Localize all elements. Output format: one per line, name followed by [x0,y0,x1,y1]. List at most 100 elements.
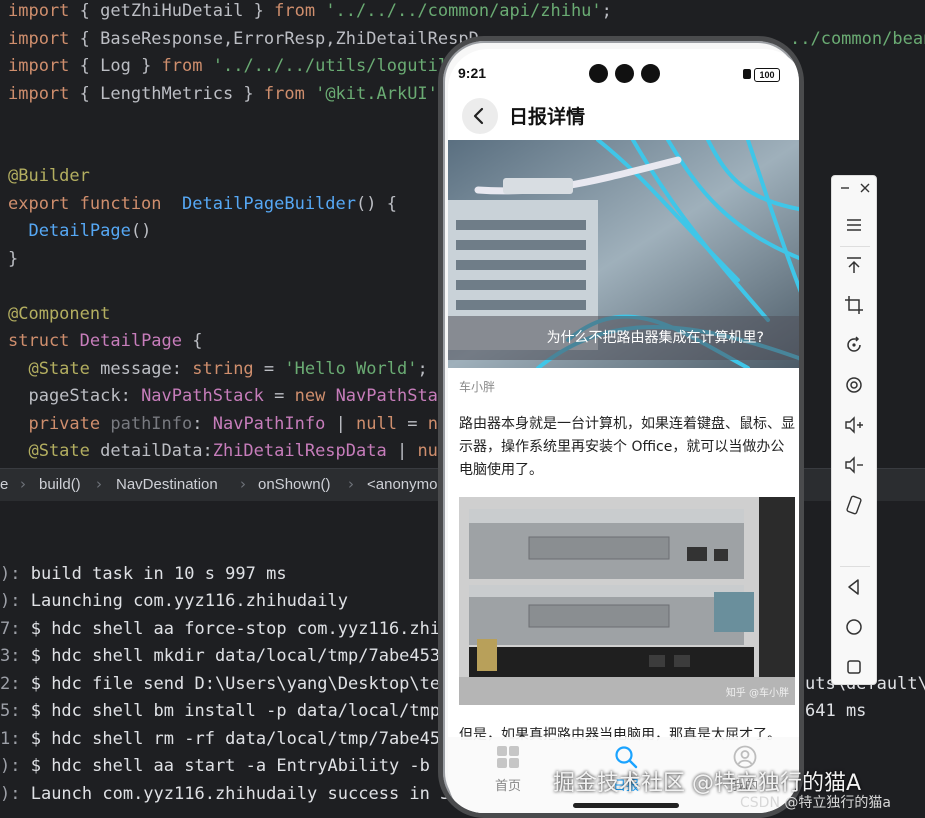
token: { [182,331,203,351]
token: import [8,56,70,76]
token: { getZhiHuDetail } [69,1,275,21]
token: () [130,221,152,241]
token: { LengthMetrics } [69,84,264,104]
token: import [8,84,70,104]
code-line-12: pageStack: NavPathStack = new NavPathSta… [8,383,448,409]
breadcrumb-item[interactable]: build() [39,476,81,493]
menu-button[interactable] [843,214,865,236]
token: pageStack: [8,386,142,406]
token: pathInfo [100,414,193,434]
pin-top-icon [847,257,861,273]
console-text: $ hdc shell mkdir data/local/tmp/7abe453… [20,646,451,666]
console-text: Launch com.yyz116.zhihudaily success in … [20,784,451,804]
console-text: $ hdc shell aa start -a EntryAbility -b … [20,756,461,776]
hero-image[interactable]: 为什么不把路由器集成在计算机里? [448,140,799,368]
toolbar-divider [840,566,870,567]
breadcrumb-item[interactable]: e [0,476,8,493]
token: = [253,359,285,379]
code-line-9: @Component [8,304,111,324]
code-line-13: private pathInfo: NavPathInfo | null = n… [8,411,448,437]
close-button[interactable] [857,180,879,202]
token: DetailPage [69,331,183,351]
chevron-right-icon: › [240,475,246,493]
token: DetailPage [8,221,131,241]
token: from [263,84,305,104]
chevron-right-icon: › [348,475,354,493]
console-prefix: ): [0,784,21,804]
console-prefix: 7: [0,619,21,639]
console-text: $ hdc shell bm install -p data/local/tmp… [20,701,461,721]
code-line-6: export function DetailPageBuilder() { [8,191,397,217]
code-line-4: import { LengthMetrics } from '@kit.ArkU… [8,81,448,107]
code-line-7: DetailPage() [8,218,151,244]
sim-icon [743,69,751,79]
breadcrumb-item[interactable]: onShown() [258,476,331,493]
chevron-right-icon: › [96,475,102,493]
token: export function [8,194,162,214]
volume-down-button[interactable] [843,454,865,476]
code-line-2-tail: ../common/bean [790,26,925,52]
article-image[interactable]: 知乎 @车小胖 [459,497,795,705]
nav-recent-button[interactable] [843,656,865,678]
back-button[interactable] [462,98,498,134]
screenshot-button[interactable] [843,374,865,396]
triangle-back-icon [848,579,859,595]
console-line: 2: $ hdc file send D:\Users\yang\Desktop… [0,671,461,698]
page-title: 日报详情 [509,106,586,128]
token: '@kit.ArkUI' [304,84,438,104]
pin-top-button[interactable] [843,254,865,276]
code-line-3: import { Log } from '../../../utils/logu… [8,53,448,79]
code-line-1: import { getZhiHuDetail } from '../../..… [8,0,612,24]
console-text: build task in 10 s 997 ms [20,564,287,584]
token: = [397,414,428,434]
circle-home-icon [846,619,862,635]
chevron-right-icon: › [20,475,26,493]
code-line-8: } [8,249,19,269]
phone-screen[interactable]: 9:21 100 日报详情 为什么不把路由器集成在计算机里? 车小胖 路由器本身… [448,49,799,813]
volume-down-icon [845,456,863,474]
console-prefix: 5: [0,701,21,721]
token: { BaseResponse,ErrorResp,ZhiDetailRespD [69,29,479,49]
code-line-5: @Builder [8,166,90,186]
volume-up-icon [845,416,863,434]
console-line: 5: $ hdc shell bm install -p data/local/… [0,698,461,725]
screenshot-icon [846,377,862,393]
token: @State [8,441,90,461]
token: : [192,414,213,434]
token: | [325,414,357,434]
nav-back-button[interactable] [843,576,865,598]
rotate-button[interactable] [843,334,865,356]
home-indicator[interactable] [573,803,679,808]
token: DetailPageBuilder [161,194,356,214]
close-icon [860,183,870,193]
console-line-tail: 641 ms [805,701,867,721]
camera-icon [641,64,660,83]
console-line: 7: $ hdc shell aa force-stop com.yyz116.… [0,616,461,643]
minimize-button[interactable] [837,180,859,202]
status-time: 9:21 [458,65,487,81]
token: NavPathStack [141,386,264,406]
crop-button[interactable] [843,294,865,316]
token: @State [8,359,90,379]
token: '../../../utils/logutil [202,56,449,76]
code-line-14: @State detailData:ZhiDetailRespData | nu… [8,438,448,464]
volume-up-button[interactable] [843,414,865,436]
chevron-left-icon [473,107,484,125]
console-line: 1: $ hdc shell rm -rf data/local/tmp/7ab… [0,726,461,753]
tab-home[interactable]: 首页 [473,745,543,794]
breadcrumb-item[interactable]: NavDestination [116,476,218,493]
token: 'Hello World' [284,359,418,379]
csdn-watermark: CSDN @特立独行的猫a [740,795,891,811]
token: () { [356,194,397,214]
token: struct [8,331,70,351]
breadcrumb-item[interactable]: <anonymo [367,476,437,493]
console-line: ): build task in 10 s 997 ms [0,561,287,588]
shake-button[interactable] [843,494,865,516]
console-text: $ hdc file send D:\Users\yang\Desktop\te… [20,674,461,694]
token: message: [89,359,193,379]
phone-emulator: 9:21 100 日报详情 为什么不把路由器集成在计算机里? 车小胖 路由器本身… [438,36,804,818]
nav-home-button[interactable] [843,616,865,638]
console-prefix: ): [0,564,21,584]
console-line: ): Launch com.yyz116.zhihudaily success … [0,781,450,808]
token: NavPathStac [325,386,449,406]
